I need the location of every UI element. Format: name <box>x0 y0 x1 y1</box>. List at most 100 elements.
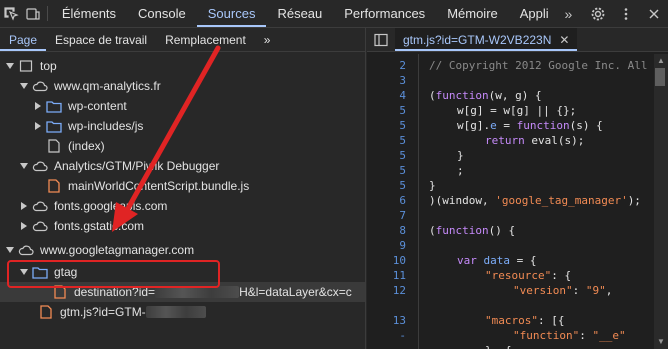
code-token: "version" <box>513 284 573 297</box>
code-line: } <box>429 179 436 192</box>
line-number[interactable]: 5 <box>399 103 406 118</box>
code-token: "function" <box>513 329 580 342</box>
line-number[interactable]: 7 <box>399 208 406 223</box>
sources-navigator: Page Espace de travail Remplacement » to… <box>0 28 366 349</box>
line-number[interactable]: 5 <box>399 178 406 193</box>
line-number[interactable]: 13 <box>393 313 406 328</box>
tree-item-fonts-googleapis[interactable]: fonts.googleapis.com <box>0 196 365 216</box>
close-devtools-icon[interactable] <box>640 0 668 28</box>
code-token: "resource" <box>485 269 552 282</box>
tree-item-fonts-gstatic[interactable]: fonts.gstatic.com <box>0 216 365 236</box>
line-number[interactable]: 4 <box>399 88 406 103</box>
code-token: (s) { <box>569 119 603 132</box>
tree-item-top[interactable]: top <box>0 56 365 76</box>
toolbar-divider <box>47 6 48 21</box>
code-token: e <box>490 119 497 132</box>
tab-elements[interactable]: Éléments <box>51 0 127 27</box>
code-line: } <box>457 149 464 162</box>
code-token: : <box>572 284 586 297</box>
tree-label-fonts-gstatic: fonts.gstatic.com <box>54 219 145 233</box>
tab-application[interactable]: Appli <box>509 0 560 27</box>
line-number[interactable]: 12 <box>393 283 406 298</box>
subtab-workspace[interactable]: Espace de travail <box>46 28 156 51</box>
line-number-gutter: 2 3 4 5 5 5 5 5 5 6 7 8 9 10 11 12 13 - <box>367 54 419 349</box>
tree-item-index[interactable]: (index) <box>0 136 365 156</box>
tab-gtm-js[interactable]: gtm.js?id=GTM-W2VB223N ✕ <box>395 28 578 51</box>
code-token: 'google_tag_manager' <box>495 194 628 207</box>
line-number[interactable]: 3 <box>399 73 406 88</box>
tree-label-wp-content: wp-content <box>68 99 127 113</box>
code-area[interactable]: 2 3 4 5 5 5 5 5 5 6 7 8 9 10 11 12 13 - … <box>367 54 668 349</box>
tree-item-main-world-script[interactable]: mainWorldContentScript.bundle.js <box>0 176 365 196</box>
close-tab-icon[interactable]: ✕ <box>559 33 569 47</box>
collapsed-triangle-icon[interactable] <box>18 200 30 212</box>
tab-performance[interactable]: Performances <box>333 0 436 27</box>
subtab-page[interactable]: Page <box>0 28 47 51</box>
settings-gear-icon[interactable] <box>584 0 612 28</box>
line-number[interactable]: 5 <box>399 133 406 148</box>
toggle-navigator-icon[interactable] <box>367 28 395 51</box>
line-number[interactable]: 8 <box>399 223 406 238</box>
code-token: function <box>516 119 570 132</box>
line-number[interactable]: 9 <box>399 238 406 253</box>
collapsed-triangle-icon[interactable] <box>18 220 30 232</box>
tab-console[interactable]: Console <box>127 0 197 27</box>
collapsed-triangle-icon[interactable] <box>32 100 44 112</box>
more-options-icon[interactable] <box>612 0 640 28</box>
scrollbar-thumb[interactable] <box>655 68 665 86</box>
line-number[interactable]: 11 <box>393 268 406 283</box>
scroll-down-icon[interactable]: ▼ <box>656 337 666 347</box>
cloud-icon <box>32 158 48 174</box>
expand-triangle-icon[interactable] <box>4 60 16 72</box>
editor-tabs: gtm.js?id=GTM-W2VB223N ✕ <box>367 28 668 52</box>
annotation-highlight-box <box>7 260 220 288</box>
code-line: )(window, 'google_tag_manager'); <box>429 193 641 208</box>
code-line: }, { <box>485 343 512 349</box>
expand-triangle-icon[interactable] <box>4 244 16 256</box>
more-tabs-icon[interactable]: » <box>560 0 577 27</box>
tree-item-analytics-debugger[interactable]: Analytics/GTM/Piwik Debugger <box>0 156 365 176</box>
vertical-scrollbar[interactable]: ▲ ▼ <box>654 54 668 349</box>
line-number[interactable]: 5 <box>399 118 406 133</box>
line-number[interactable]: 6 <box>399 193 406 208</box>
tree-label-wp-includes: wp-includes/js <box>68 119 144 133</box>
code-line: (function() { <box>429 223 515 238</box>
expand-triangle-icon[interactable] <box>18 160 30 172</box>
tree-item-googletagmanager[interactable]: www.googletagmanager.com <box>0 240 365 260</box>
tab-sources[interactable]: Sources <box>196 0 267 27</box>
navigator-subtabs: Page Espace de travail Remplacement » <box>0 28 365 52</box>
subtab-overrides[interactable]: Remplacement <box>156 28 255 51</box>
line-number[interactable]: 2 <box>399 58 406 73</box>
tree-item-gtm-js[interactable]: gtm.js?id=GTM- <box>0 302 365 322</box>
tree-item-qm-analytics[interactable]: www.qm-analytics.fr <box>0 76 365 96</box>
tab-network[interactable]: Réseau <box>266 0 333 27</box>
line-number[interactable]: 5 <box>399 148 406 163</box>
tree-item-wp-content[interactable]: wp-content <box>0 96 365 116</box>
frame-icon <box>18 58 34 74</box>
scroll-up-icon[interactable]: ▲ <box>656 56 666 66</box>
tree-item-wp-includes[interactable]: wp-includes/js <box>0 116 365 136</box>
code-line: "resource": { <box>485 268 571 283</box>
code-token: () { <box>488 224 516 237</box>
code-token: = <box>496 119 517 132</box>
tree-label-fonts-googleapis: fonts.googleapis.com <box>54 199 168 213</box>
code-line: return eval(s); <box>485 133 584 148</box>
code-line: (function(w, g) { <box>429 89 542 102</box>
tab-memory[interactable]: Mémoire <box>436 0 509 27</box>
code-token: : { <box>551 269 572 282</box>
inspect-element-icon[interactable] <box>0 0 22 28</box>
line-number[interactable]: 10 <box>393 253 406 268</box>
code-token: (w, g) { <box>488 89 542 102</box>
code-token: eval(s); <box>524 134 585 147</box>
line-number[interactable]: - <box>399 328 406 343</box>
source-editor: gtm.js?id=GTM-W2VB223N ✕ 2 3 4 5 5 5 5 5… <box>367 28 668 349</box>
more-subtabs-icon[interactable]: » <box>255 28 280 51</box>
code-line: // Copyright 2012 Google Inc. All <box>429 59 648 72</box>
tree-label-top: top <box>40 59 57 73</box>
expand-triangle-icon[interactable] <box>18 80 30 92</box>
collapsed-triangle-icon[interactable] <box>32 120 44 132</box>
device-toolbar-icon[interactable] <box>22 0 44 28</box>
tree-label-googletagmanager: www.googletagmanager.com <box>40 243 195 257</box>
line-number[interactable]: 5 <box>399 163 406 178</box>
code-line: "version": "9", <box>513 283 612 298</box>
